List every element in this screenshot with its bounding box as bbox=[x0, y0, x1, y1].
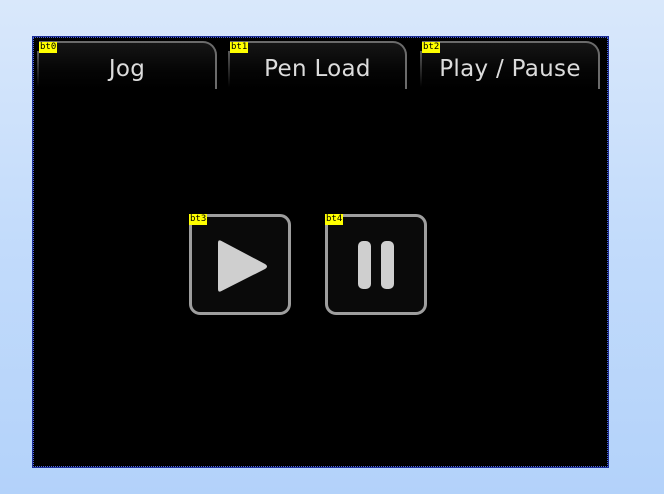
tab-jog-label: Jog bbox=[108, 56, 146, 82]
tab-jog[interactable]: Jog bbox=[37, 41, 217, 89]
tab-pen-load-label: Pen Load bbox=[264, 56, 371, 82]
tab-jog-id-tag: bt0 bbox=[39, 42, 58, 53]
play-button[interactable] bbox=[189, 214, 291, 315]
tab-play-pause-label: Play / Pause bbox=[439, 56, 581, 82]
pause-button-id-tag: bt4 bbox=[325, 214, 344, 225]
hmi-screen: Jog bt0 Pen Load bt1 Play / Pause bt2 bt… bbox=[32, 36, 609, 468]
play-button-id-tag: bt3 bbox=[189, 214, 208, 225]
tab-play-pause-id-tag: bt2 bbox=[422, 42, 441, 53]
pause-button[interactable] bbox=[325, 214, 427, 315]
pause-icon bbox=[358, 241, 394, 289]
play-icon bbox=[218, 240, 267, 292]
tab-pen-load[interactable]: Pen Load bbox=[228, 41, 407, 89]
tab-pen-load-id-tag: bt1 bbox=[230, 42, 249, 53]
tab-play-pause[interactable]: Play / Pause bbox=[420, 41, 600, 89]
